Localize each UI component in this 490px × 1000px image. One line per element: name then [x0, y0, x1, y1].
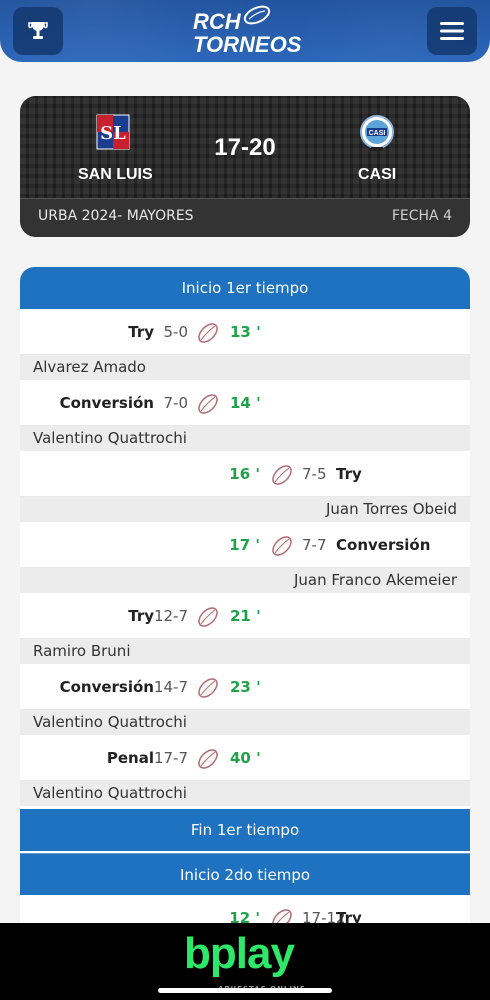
round-label: FECHA 4: [391, 208, 452, 224]
home-team-name: SAN LUIS: [78, 166, 153, 183]
timeline-event: Try 12-7 21 ': [20, 593, 470, 639]
match-timeline: Inicio 1er tiempo Try 5-0 13 ' Alvarez A…: [20, 267, 470, 927]
timeline-event: Penal 17-7 40 ': [20, 735, 470, 781]
event-type: Conversión: [59, 678, 154, 696]
timeline-event: Conversión 14-7 23 ': [20, 664, 470, 710]
event-type: Try: [128, 323, 154, 341]
event-minute: 16 ': [229, 465, 260, 483]
tournament-name: URBA 2024- MAYORES: [38, 208, 194, 224]
event-type: Penal: [106, 749, 154, 767]
event-score: 7-0: [163, 394, 189, 412]
event-type: Conversión: [59, 394, 154, 412]
away-team-name: CASI: [358, 166, 397, 183]
event-minute: 14 ': [230, 394, 261, 412]
event-type: Try: [128, 607, 154, 625]
rugby-ball-icon: [272, 536, 292, 556]
event-type: Conversión: [336, 536, 431, 554]
first-half-end-header: Fin 1er tiempo: [20, 809, 470, 851]
event-score: 5-0: [163, 323, 189, 341]
home-indicator[interactable]: [158, 988, 332, 993]
timeline-event: 16 ' 7-5 Try: [20, 451, 470, 497]
logo-line2: TORNEOS: [193, 32, 302, 57]
event-minute: 17 ': [229, 536, 260, 554]
event-minute: 40 ': [230, 749, 261, 767]
event-score: 12-7: [153, 607, 188, 625]
rugby-ball-icon: [198, 607, 218, 627]
rugby-ball-icon: [198, 749, 218, 769]
rugby-ball-icon: [198, 678, 218, 698]
menu-button[interactable]: [427, 7, 477, 55]
bplay-logo: bplay: [184, 929, 295, 978]
event-player: Valentino Quattrochi: [20, 426, 470, 451]
event-player: Juan Torres Obeid: [20, 497, 470, 522]
event-player: Valentino Quattrochi: [20, 710, 470, 735]
rugby-ball-icon: [272, 465, 292, 485]
event-minute: 23 ': [230, 678, 261, 696]
trophy-button[interactable]: [13, 7, 63, 55]
app-logo[interactable]: RCH TORNEOS: [190, 5, 310, 57]
event-score: 17-7: [153, 749, 188, 767]
event-score: 14-7: [153, 678, 188, 696]
event-player: Juan Franco Akemeier: [20, 568, 470, 593]
match-score: 17-20: [214, 134, 276, 161]
app-header: RCH TORNEOS: [0, 0, 490, 62]
rugby-ball-logo-icon: [243, 5, 271, 25]
event-type: Try: [336, 465, 362, 483]
event-player: Ramiro Bruni: [20, 639, 470, 664]
second-half-start-header: Inicio 2do tiempo: [20, 853, 470, 895]
timeline-event: Conversión 7-0 14 ': [20, 380, 470, 426]
menu-icon: [440, 22, 464, 40]
event-score: 7-5: [302, 465, 327, 483]
timeline-event: Try 5-0 13 ': [20, 309, 470, 355]
event-minute: 21 ': [230, 607, 261, 625]
event-player: Valentino Quattrochi: [20, 781, 470, 806]
event-score: 7-7: [302, 536, 327, 554]
match-scorecard[interactable]: SL CASI 17-20 SAN LUIS CASI URBA 2024- M…: [20, 96, 470, 237]
rugby-ball-icon: [198, 323, 218, 343]
rugby-ball-icon: [198, 394, 218, 414]
event-player: Alvarez Amado: [20, 355, 470, 380]
first-half-start-header: Inicio 1er tiempo: [20, 267, 470, 309]
timeline-event: 17 ' 7-7 Conversión: [20, 522, 470, 568]
event-minute: 13 ': [230, 323, 261, 341]
trophy-icon: [28, 22, 48, 39]
